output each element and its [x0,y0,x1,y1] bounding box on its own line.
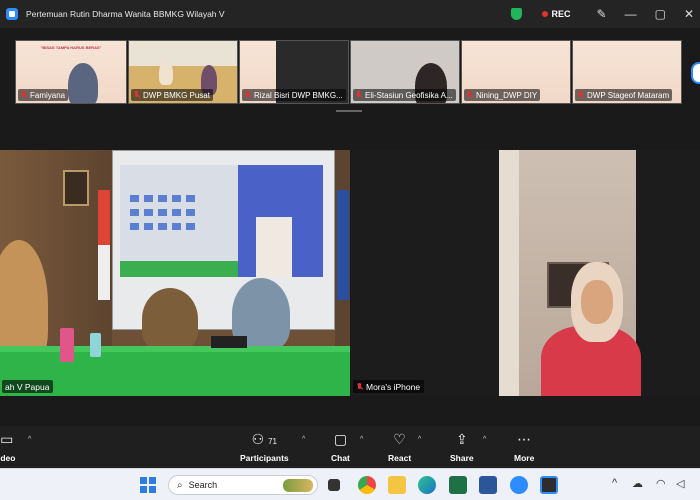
edge-icon[interactable] [418,476,436,494]
mic-off-icon [133,91,140,99]
mic-off-icon [244,91,251,99]
gallery-tile[interactable]: "BISAS TAMPA HARUS BERAS" Famiyana [15,40,127,104]
wifi-icon[interactable]: ◠ [656,477,666,490]
windows-taskbar: ⌕ Search ^ ☁ ◠ ◁ [0,468,700,500]
chat-icon: ▢ [333,431,348,447]
flag [98,190,110,300]
volume-icon[interactable]: ◁ [676,477,684,490]
mic-off-icon [577,91,584,99]
video-button[interactable]: ▭ ideo [0,430,15,463]
file-explorer-icon[interactable] [388,476,406,494]
participants-button[interactable]: ⚇ 71 Participants [240,430,289,463]
share-button[interactable]: ⇪ Share [450,430,474,463]
shield-icon[interactable] [510,8,522,20]
portrait-frame [63,170,89,206]
person [142,288,198,350]
flag [337,190,349,300]
chevron-up-icon[interactable]: ^ [612,477,617,489]
participants-options-caret[interactable]: ^ [302,436,305,443]
record-dot-icon [541,11,548,17]
gallery-tile[interactable]: Nining_DWP DIY [461,40,571,104]
mic-off-icon [466,91,473,99]
window-titlebar: Pertemuan Rutin Dharma Wanita BBMKG Wila… [0,0,700,28]
chrome-icon[interactable] [358,476,376,494]
window-title: Pertemuan Rutin Dharma Wanita BBMKG Wila… [26,9,225,19]
search-icon: ⌕ [177,479,183,491]
search-highlight-image [283,479,313,492]
tile-name-label: Mora's iPhone [353,380,425,393]
mic-off-icon [356,382,363,391]
tile-label: DWP BMKG Pusat [131,89,213,101]
banner-text: "BISAS TAMPA HARUS BERAS" [40,45,102,50]
recording-indicator[interactable]: REC [541,9,571,19]
mic-off-icon [355,91,362,99]
zoom-meeting-icon[interactable] [540,476,558,494]
participant-video [499,150,641,396]
tile-label: Famiyana [18,89,69,101]
tile-label: DWP Stageof Mataram [575,89,673,101]
gallery-tile[interactable]: DWP BMKG Pusat [128,40,238,104]
strip-page-indicator [336,110,362,112]
gallery-tile[interactable]: Eli-Stasiun Geofisika A... [350,40,460,104]
video-options-caret[interactable]: ^ [28,436,31,443]
meeting-toolbar: ▭ ideo ^ ⚇ 71 Participants ^ ▢ Chat ^ ♡ … [0,426,700,468]
minimize-icon[interactable]: — [625,7,637,21]
participants-icon: ⚇ [251,431,265,447]
main-video-tile[interactable]: Mora's iPhone [351,150,700,396]
gallery-scroll-button[interactable] [691,62,700,84]
share-options-caret[interactable]: ^ [483,436,486,443]
zoom-app-icon[interactable] [510,476,528,494]
participants-count: 71 [268,437,277,446]
chat-button[interactable]: ▢ Chat [331,430,350,463]
react-options-caret[interactable]: ^ [418,436,421,443]
word-icon[interactable] [479,476,497,494]
taskbar-search[interactable]: ⌕ Search [168,475,318,495]
windows-start-icon[interactable] [140,477,156,493]
react-button[interactable]: ♡ React [388,430,411,463]
chat-options-caret[interactable]: ^ [360,436,363,443]
more-button[interactable]: ⋯ More [514,430,534,463]
main-video-tile[interactable]: ah V Papua [0,150,350,396]
video-icon: ▭ [0,431,14,447]
gallery-tile[interactable]: Rizal Bisri DWP BMKG... [239,40,349,104]
close-icon[interactable]: ✕ [684,7,694,21]
excel-icon[interactable] [449,476,467,494]
tile-label: Rizal Bisri DWP BMKG... [242,89,346,101]
react-heart-icon: ♡ [393,431,406,447]
tile-label: Eli-Stasiun Geofisika A... [353,89,456,101]
projected-meeting [120,165,323,277]
tile-name-label: ah V Papua [2,380,54,393]
zoom-logo-icon [6,8,18,20]
share-icon: ⇪ [455,431,468,447]
gallery-tile[interactable]: DWP Stageof Mataram [572,40,682,104]
recording-label: REC [551,9,571,19]
wand-icon[interactable]: ✎ [597,7,607,21]
more-icon: ⋯ [517,431,532,447]
tile-label: Nining_DWP DIY [464,89,541,101]
task-view-icon[interactable] [328,479,340,491]
cloud-off-icon[interactable]: ☁ [632,477,643,490]
maximize-icon[interactable]: ▢ [655,7,666,21]
mic-off-icon [20,91,27,99]
